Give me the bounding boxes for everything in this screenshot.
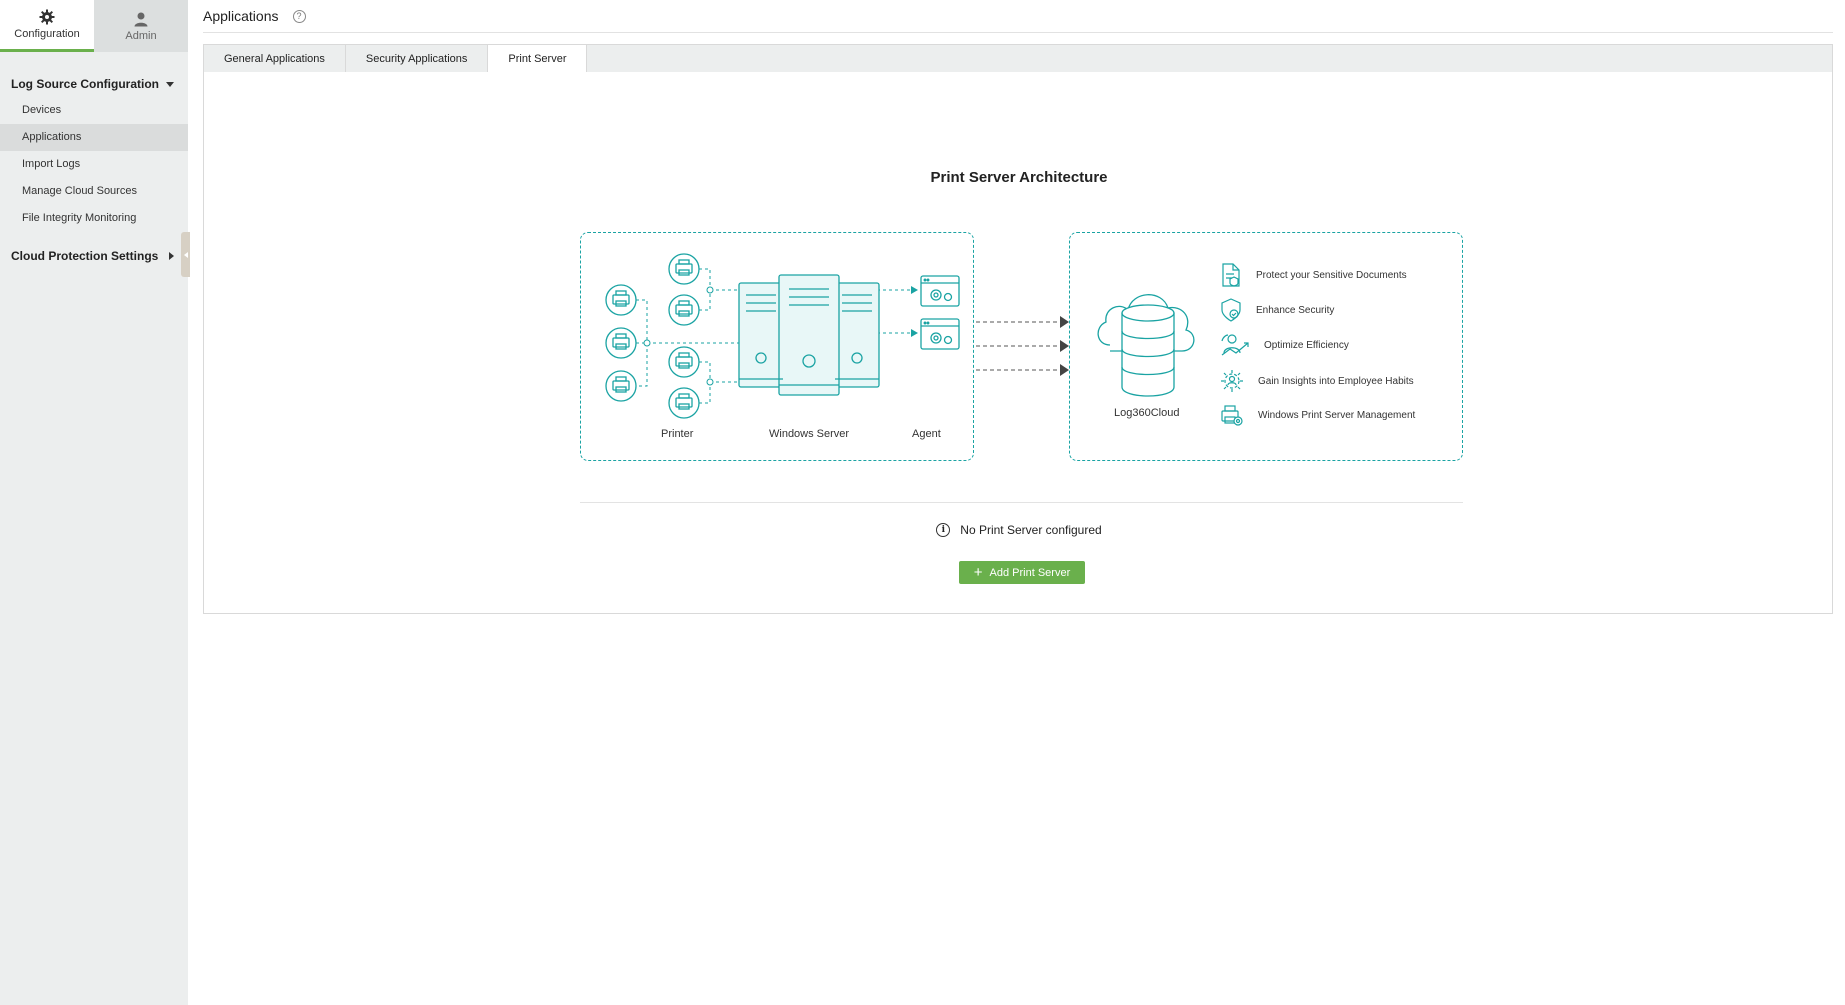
gear-icon: [39, 9, 55, 25]
user-icon: [134, 12, 148, 26]
benefit-label: Enhance Security: [1256, 304, 1335, 316]
agent-label: Agent: [912, 428, 941, 440]
nav-group-cloud-protection-settings[interactable]: Cloud Protection Settings: [0, 243, 188, 269]
caret-right-icon: [169, 252, 174, 260]
status-message: i No Print Server configured: [204, 523, 1834, 537]
printer-icon: [605, 327, 637, 359]
printer-icon: [605, 284, 637, 316]
top-tab-admin-label: Admin: [125, 29, 157, 42]
windows-server-label: Windows Server: [769, 428, 850, 440]
printer-icon: [668, 294, 700, 326]
caret-down-icon: [166, 81, 174, 87]
print-server-panel: Print Server Architecture Printer Window…: [203, 72, 1833, 614]
plus-icon: +: [973, 564, 983, 581]
print-management-icon: [1221, 405, 1243, 426]
tab-print-server[interactable]: Print Server: [488, 45, 588, 74]
printer-icon: [668, 346, 700, 378]
sidebar-item-manage-cloud-sources[interactable]: Manage Cloud Sources: [0, 178, 188, 205]
add-print-server-label: Add Print Server: [989, 566, 1071, 579]
printer-icon: [668, 387, 700, 419]
tab-general-applications[interactable]: General Applications: [204, 45, 346, 73]
document-icon: [1222, 263, 1240, 287]
sidebar-item-import-logs[interactable]: Import Logs: [0, 151, 188, 178]
chevron-left-icon: [183, 251, 188, 258]
page-title: Applications: [203, 8, 279, 24]
data-flow-arrows: [976, 316, 1069, 376]
benefit-label: Gain Insights into Employee Habits: [1258, 375, 1414, 387]
printer-icon: [605, 370, 637, 402]
nav-group-label: Log Source Configuration: [11, 77, 159, 91]
benefit-employee-insights: Gain Insights into Employee Habits: [1220, 369, 1414, 393]
efficiency-icon: [1221, 334, 1249, 356]
insights-icon: [1221, 370, 1243, 392]
top-tab-admin[interactable]: Admin: [94, 0, 188, 52]
agent-icon: [920, 275, 960, 307]
tab-bar: General Applications Security Applicatio…: [203, 44, 1833, 74]
status-text: No Print Server configured: [960, 523, 1102, 537]
top-tabs: Configuration Admin: [0, 0, 188, 52]
sidebar-item-devices[interactable]: Devices: [0, 97, 188, 124]
benefit-enhance-security: Enhance Security: [1220, 298, 1334, 322]
help-icon[interactable]: ?: [292, 9, 306, 23]
benefit-label: Optimize Efficiency: [1264, 339, 1349, 351]
sidebar-item-file-integrity-monitoring[interactable]: File Integrity Monitoring: [0, 205, 188, 232]
log360cloud-icon: [1097, 294, 1195, 397]
sidebar: Configuration Admin Log Source Configura…: [0, 0, 188, 1005]
architecture-cloud-box: Log360Cloud Protect your Sensitive Docum…: [1069, 232, 1463, 461]
printer-label: Printer: [661, 428, 694, 440]
windows-server-icon: [738, 274, 880, 396]
benefit-label: Protect your Sensitive Documents: [1256, 269, 1407, 281]
benefit-print-server-management: Windows Print Server Management: [1220, 403, 1415, 427]
page-header: Applications ?: [203, 0, 1833, 33]
shield-icon: [1221, 298, 1241, 322]
diagram-title: Print Server Architecture: [930, 169, 1108, 186]
benefit-optimize-efficiency: Optimize Efficiency: [1220, 333, 1349, 357]
divider: [580, 502, 1463, 503]
benefit-label: Windows Print Server Management: [1258, 409, 1416, 421]
app-root: Configuration Admin Log Source Configura…: [0, 0, 1845, 1005]
top-tab-configuration[interactable]: Configuration: [0, 0, 94, 52]
info-icon: i: [936, 523, 951, 537]
printer-icon: [668, 253, 700, 285]
nav-group-label: Cloud Protection Settings: [11, 249, 159, 263]
add-print-server-button[interactable]: + Add Print Server: [959, 561, 1085, 584]
architecture-source-box: Printer Windows Server Agent: [580, 232, 974, 461]
tab-security-applications[interactable]: Security Applications: [346, 45, 489, 73]
log360cloud-label: Log360Cloud: [1114, 407, 1180, 419]
nav-group-log-source-configuration[interactable]: Log Source Configuration: [0, 71, 188, 97]
main-content: Applications ? General Applications Secu…: [203, 0, 1833, 614]
sidebar-item-applications[interactable]: Applications: [0, 124, 188, 151]
agent-icon: [920, 318, 960, 350]
top-tab-configuration-label: Configuration: [14, 28, 80, 40]
architecture-source-illustration: [605, 253, 960, 419]
sidebar-collapse-handle[interactable]: [181, 232, 190, 277]
benefit-protect-documents: Protect your Sensitive Documents: [1220, 263, 1407, 287]
